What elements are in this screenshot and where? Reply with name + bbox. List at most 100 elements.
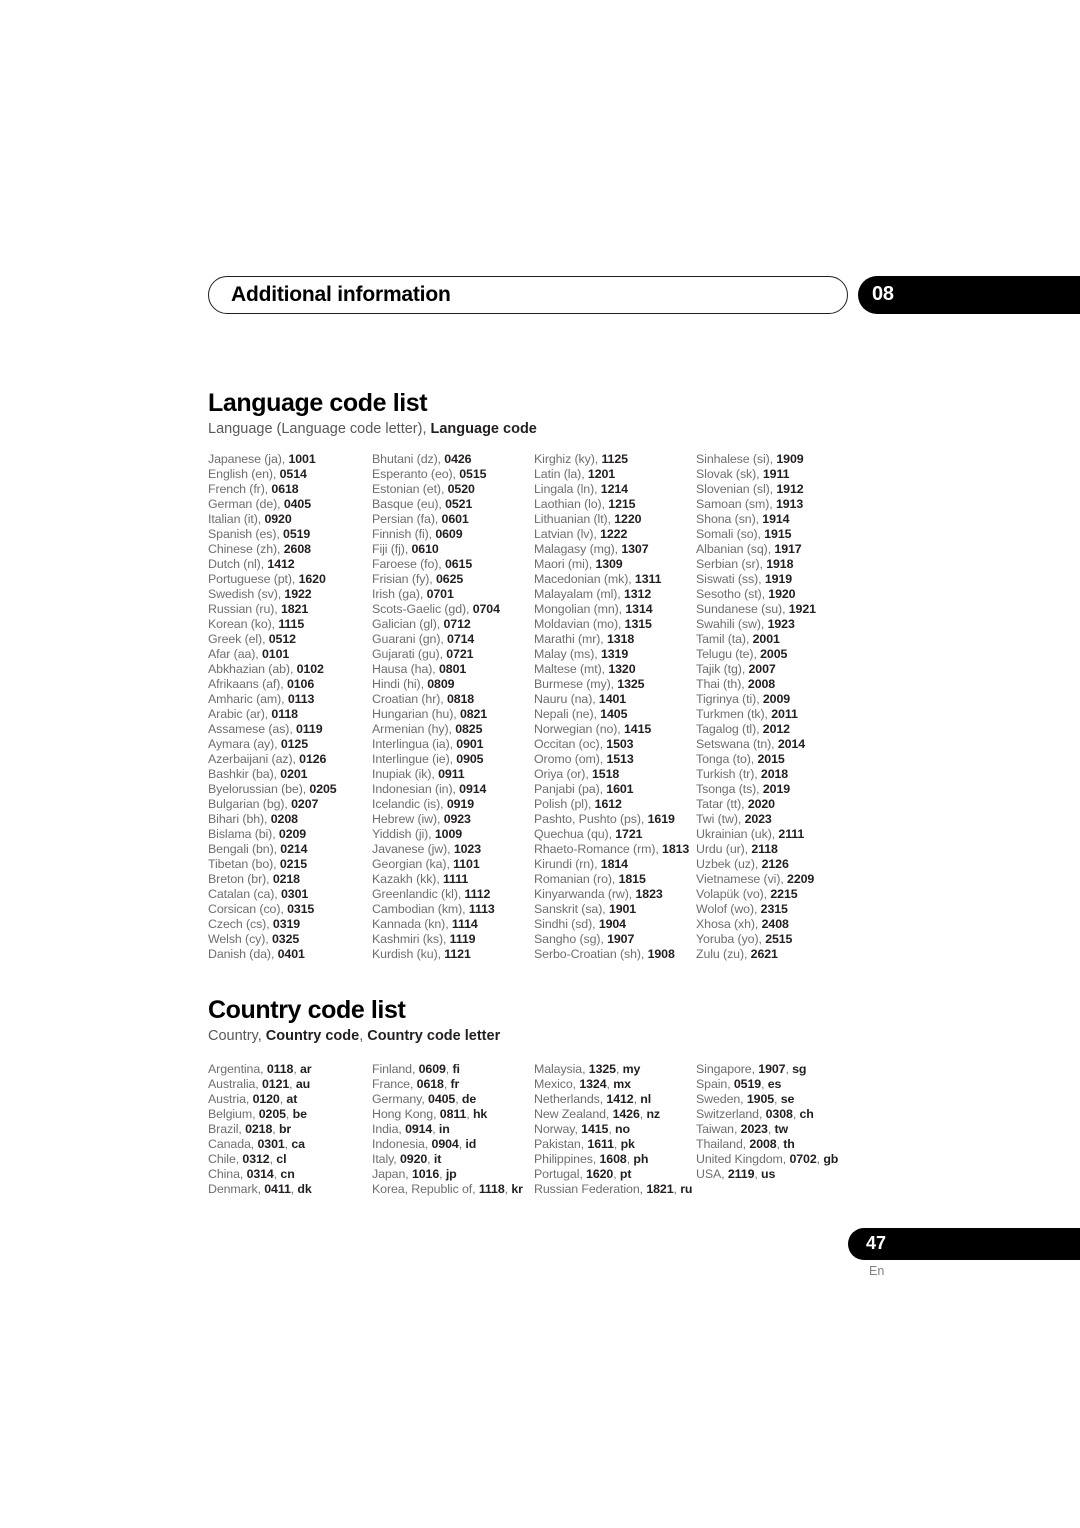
language-code-name: Assamese (as),	[208, 722, 297, 736]
language-code-entry: Azerbaijani (az), 0126	[208, 752, 372, 767]
language-code-entry: Norwegian (no), 1415	[534, 722, 696, 737]
language-code-entry: Italian (it), 0920	[208, 512, 372, 527]
language-code-code: 0102	[296, 662, 324, 676]
language-code-code: 0923	[443, 812, 471, 826]
language-code-name: Laothian (lo),	[534, 497, 609, 511]
language-code-code: 1503	[606, 737, 634, 751]
country-code-letter: dk	[297, 1182, 312, 1196]
language-code-entry: Polish (pl), 1612	[534, 797, 696, 812]
language-code-code: 1619	[647, 812, 675, 826]
language-code-entry: Hindi (hi), 0809	[372, 677, 534, 692]
language-code-name: Greenlandic (kl),	[372, 887, 465, 901]
language-code-name: English (en),	[208, 467, 280, 481]
country-code-letter: jp	[445, 1167, 457, 1181]
country-code-code: 0301	[257, 1137, 285, 1151]
country-code-separator: ,	[285, 1107, 293, 1121]
language-code-code: 0126	[299, 752, 327, 766]
language-code-name: Interlingua (ia),	[372, 737, 457, 751]
language-code-entry: Dutch (nl), 1412	[208, 557, 372, 572]
language-code-name: Japanese (ja),	[208, 452, 289, 466]
language-code-entry: Mongolian (mn), 1314	[534, 602, 696, 617]
language-code-name: Inupiak (ik),	[372, 767, 439, 781]
country-code-code: 1608	[599, 1152, 627, 1166]
language-code-code: 0721	[446, 647, 474, 661]
language-code-entry: Korean (ko), 1115	[208, 617, 372, 632]
language-code-entry: Marathi (mr), 1318	[534, 632, 696, 647]
language-code-name: Bashkir (ba),	[208, 767, 281, 781]
language-code-name: Georgian (ka),	[372, 857, 454, 871]
language-code-entry: Portuguese (pt), 1620	[208, 572, 372, 587]
language-code-entry: Afar (aa), 0101	[208, 647, 372, 662]
country-code-letter: sg	[792, 1062, 807, 1076]
language-code-code: 2111	[778, 827, 805, 841]
country-code-letter: es	[767, 1077, 782, 1091]
language-code-name: Croatian (hr),	[372, 692, 447, 706]
language-code-name: Welsh (cy),	[208, 932, 272, 946]
chapter-number: 08	[872, 283, 894, 305]
language-code-code: 1101	[453, 857, 480, 871]
language-code-code: 1518	[592, 767, 620, 781]
language-code-code: 0618	[271, 482, 299, 496]
language-code-entry: Inupiak (ik), 0911	[372, 767, 534, 782]
language-code-entry: Macedonian (mk), 1311	[534, 572, 696, 587]
language-code-code: 2621	[750, 947, 778, 961]
language-code-code: 1320	[608, 662, 636, 676]
country-code-legend: Country, Country code, Country code lett…	[208, 1028, 500, 1044]
language-code-entry: Slovenian (sl), 1912	[696, 482, 871, 497]
language-code-entry: Russian (ru), 1821	[208, 602, 372, 617]
language-code-name: Corsican (co),	[208, 902, 288, 916]
language-code-entry: Interlingua (ia), 0901	[372, 737, 534, 752]
country-code-code: 0314	[246, 1167, 274, 1181]
legend-plain-text: Language (Language code letter),	[208, 421, 431, 437]
footer-locale-label: En	[869, 1264, 885, 1278]
language-code-entry: Fiji (fj), 0610	[372, 542, 534, 557]
language-code-entry: Interlingue (ie), 0905	[372, 752, 534, 767]
country-code-entry: Korea, Republic of, 1118, kr	[372, 1182, 534, 1197]
language-code-name: Maori (mi),	[534, 557, 596, 571]
country-code-code: 1905	[746, 1092, 775, 1106]
language-code-code: 2408	[761, 917, 789, 931]
language-code-name: Czech (cs),	[208, 917, 273, 931]
language-code-code: 0315	[287, 902, 315, 916]
country-code-code: 0120	[252, 1092, 280, 1106]
language-code-name: Yoruba (yo),	[696, 932, 766, 946]
language-code-entry: Persian (fa), 0601	[372, 512, 534, 527]
country-code-entry: Germany, 0405, de	[372, 1092, 534, 1107]
language-code-code: 0901	[456, 737, 484, 751]
country-code-name: China,	[208, 1167, 247, 1181]
language-code-name: Hungarian (hu),	[372, 707, 460, 721]
language-code-entry: Gujarati (gu), 0721	[372, 647, 534, 662]
country-code-entry: Malaysia, 1325, my	[534, 1062, 696, 1077]
language-code-name: Italian (it),	[208, 512, 265, 526]
language-code-entry: Afrikaans (af), 0106	[208, 677, 372, 692]
country-code-code: 0405	[428, 1092, 456, 1106]
country-code-separator: ,	[774, 1092, 781, 1106]
language-code-code: 1220	[614, 512, 642, 526]
country-code-name: United Kingdom,	[696, 1152, 790, 1166]
language-code-entry: Assamese (as), 0119	[208, 722, 372, 737]
language-code-entry: Greenlandic (kl), 1112	[372, 887, 534, 902]
language-code-code: 0809	[427, 677, 455, 691]
language-code-entry: Bashkir (ba), 0201	[208, 767, 372, 782]
language-code-name: Lithuanian (lt),	[534, 512, 615, 526]
country-code-separator: ,	[272, 1122, 279, 1136]
language-code-name: Macedonian (mk),	[534, 572, 635, 586]
language-code-entry: Faroese (fo), 0615	[372, 557, 534, 572]
language-code-name: Volapük (vo),	[696, 887, 771, 901]
language-code-code: 1620	[298, 572, 326, 586]
language-code-code: 2126	[761, 857, 789, 871]
country-code-letter: mx	[613, 1077, 631, 1091]
country-code-entry: Finland, 0609, fi	[372, 1062, 534, 1077]
language-code-name: Kannada (kn),	[372, 917, 452, 931]
language-code-name: Twi (tw),	[696, 812, 745, 826]
language-code-name: Turkmen (tk),	[696, 707, 772, 721]
language-code-entry: Arabic (ar), 0118	[208, 707, 372, 722]
country-code-code: 2008	[749, 1137, 777, 1151]
language-code-code: 1918	[766, 557, 794, 571]
language-code-code: 1821	[280, 602, 309, 616]
language-code-code: 0119	[296, 722, 323, 736]
country-code-code: 1118	[478, 1182, 505, 1196]
language-code-code: 1913	[775, 497, 804, 511]
language-code-entry: Pashto, Pushto (ps), 1619	[534, 812, 696, 827]
language-code-name: Vietnamese (vi),	[696, 872, 788, 886]
